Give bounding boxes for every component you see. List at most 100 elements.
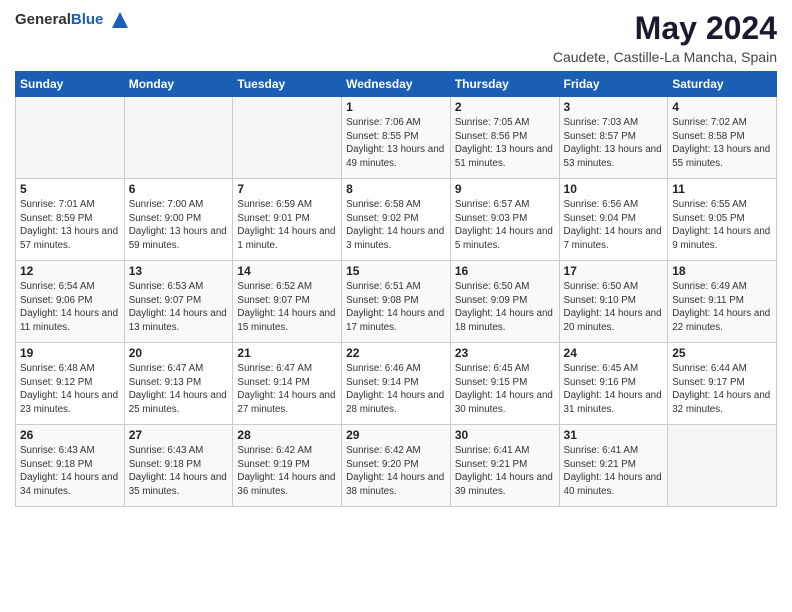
calendar-cell: 2 Sunrise: 7:05 AM Sunset: 8:56 PM Daylig… xyxy=(450,97,559,179)
calendar-week-1: 1Sunrise: 7:06 AM Sunset: 8:55 PM Daylig… xyxy=(16,97,777,179)
day-info: Sunrise: 6:56 AM Sunset: 9:04 PM Dayligh… xyxy=(564,198,664,253)
day-number: 4 xyxy=(672,100,772,114)
calendar-week-2: 5Sunrise: 7:01 AM Sunset: 8:59 PM Daylig… xyxy=(16,179,777,261)
day-info: Sunrise: 6:58 AM Sunset: 9:02 PM Dayligh… xyxy=(346,198,446,253)
header: GeneralBlue May 2024 Caudete, Castille-L… xyxy=(15,10,777,65)
calendar-cell: 7 Sunrise: 6:59 AM Sunset: 9:01 PM Daylig… xyxy=(233,179,342,261)
calendar-cell: 26Sunrise: 6:43 AM Sunset: 9:18 PM Dayli… xyxy=(16,425,125,507)
col-wednesday: Wednesday xyxy=(342,72,451,97)
page: GeneralBlue May 2024 Caudete, Castille-L… xyxy=(0,0,792,612)
day-info: Sunrise: 7:03 AM Sunset: 8:57 PM Dayligh… xyxy=(564,116,664,171)
logo-text: GeneralBlue xyxy=(15,10,130,30)
calendar-cell: 15 Sunrise: 6:51 AM Sunset: 9:08 PM Dayli… xyxy=(342,261,451,343)
calendar-cell: 21 Sunrise: 6:47 AM Sunset: 9:14 PM Dayli… xyxy=(233,343,342,425)
day-info: Sunrise: 6:59 AM Sunset: 9:01 PM Dayligh… xyxy=(237,198,337,253)
day-number: 2 xyxy=(455,100,555,114)
calendar-cell: 5Sunrise: 7:01 AM Sunset: 8:59 PM Daylig… xyxy=(16,179,125,261)
calendar-cell: 11Sunrise: 6:55 AM Sunset: 9:05 PM Dayli… xyxy=(668,179,777,261)
logo-blue: Blue xyxy=(71,11,104,28)
day-info: Sunrise: 6:43 AM Sunset: 9:18 PM Dayligh… xyxy=(129,444,229,499)
day-info: Sunrise: 6:50 AM Sunset: 9:09 PM Dayligh… xyxy=(455,280,555,335)
calendar-cell: 19Sunrise: 6:48 AM Sunset: 9:12 PM Dayli… xyxy=(16,343,125,425)
day-number: 23 xyxy=(455,346,555,360)
location: Caudete, Castille-La Mancha, Spain xyxy=(553,49,777,65)
day-info: Sunrise: 6:44 AM Sunset: 9:17 PM Dayligh… xyxy=(672,362,772,417)
day-number: 25 xyxy=(672,346,772,360)
calendar-cell: 6 Sunrise: 7:00 AM Sunset: 9:00 PM Daylig… xyxy=(124,179,233,261)
col-friday: Friday xyxy=(559,72,668,97)
day-number: 20 xyxy=(129,346,229,360)
calendar-cell: 28 Sunrise: 6:42 AM Sunset: 9:19 PM Dayli… xyxy=(233,425,342,507)
calendar-cell: 27 Sunrise: 6:43 AM Sunset: 9:18 PM Dayli… xyxy=(124,425,233,507)
day-info: Sunrise: 6:46 AM Sunset: 9:14 PM Dayligh… xyxy=(346,362,446,417)
day-info: Sunrise: 6:45 AM Sunset: 9:16 PM Dayligh… xyxy=(564,362,664,417)
calendar-week-5: 26Sunrise: 6:43 AM Sunset: 9:18 PM Dayli… xyxy=(16,425,777,507)
day-number: 18 xyxy=(672,264,772,278)
calendar-cell: 13Sunrise: 6:53 AM Sunset: 9:07 PM Dayli… xyxy=(124,261,233,343)
col-tuesday: Tuesday xyxy=(233,72,342,97)
day-info: Sunrise: 6:48 AM Sunset: 9:12 PM Dayligh… xyxy=(20,362,120,417)
calendar-cell: 25 Sunrise: 6:44 AM Sunset: 9:17 PM Dayli… xyxy=(668,343,777,425)
day-info: Sunrise: 7:05 AM Sunset: 8:56 PM Dayligh… xyxy=(455,116,555,171)
col-monday: Monday xyxy=(124,72,233,97)
calendar-cell: 16Sunrise: 6:50 AM Sunset: 9:09 PM Dayli… xyxy=(450,261,559,343)
day-info: Sunrise: 7:00 AM Sunset: 9:00 PM Dayligh… xyxy=(129,198,229,253)
day-number: 21 xyxy=(237,346,337,360)
day-info: Sunrise: 6:41 AM Sunset: 9:21 PM Dayligh… xyxy=(455,444,555,499)
day-info: Sunrise: 6:50 AM Sunset: 9:10 PM Dayligh… xyxy=(564,280,664,335)
day-info: Sunrise: 7:02 AM Sunset: 8:58 PM Dayligh… xyxy=(672,116,772,171)
calendar-cell xyxy=(233,97,342,179)
day-info: Sunrise: 6:41 AM Sunset: 9:21 PM Dayligh… xyxy=(564,444,664,499)
calendar-cell: 22 Sunrise: 6:46 AM Sunset: 9:14 PM Dayli… xyxy=(342,343,451,425)
day-number: 6 xyxy=(129,182,229,196)
calendar-cell: 3Sunrise: 7:03 AM Sunset: 8:57 PM Daylig… xyxy=(559,97,668,179)
logo-icon xyxy=(110,10,130,30)
day-info: Sunrise: 6:49 AM Sunset: 9:11 PM Dayligh… xyxy=(672,280,772,335)
day-number: 15 xyxy=(346,264,446,278)
day-info: Sunrise: 6:57 AM Sunset: 9:03 PM Dayligh… xyxy=(455,198,555,253)
day-info: Sunrise: 7:06 AM Sunset: 8:55 PM Dayligh… xyxy=(346,116,446,171)
day-number: 24 xyxy=(564,346,664,360)
day-info: Sunrise: 6:47 AM Sunset: 9:13 PM Dayligh… xyxy=(129,362,229,417)
calendar-cell: 24 Sunrise: 6:45 AM Sunset: 9:16 PM Dayli… xyxy=(559,343,668,425)
day-info: Sunrise: 6:51 AM Sunset: 9:08 PM Dayligh… xyxy=(346,280,446,335)
day-number: 17 xyxy=(564,264,664,278)
calendar-cell: 31 Sunrise: 6:41 AM Sunset: 9:21 PM Dayli… xyxy=(559,425,668,507)
day-number: 14 xyxy=(237,264,337,278)
col-saturday: Saturday xyxy=(668,72,777,97)
day-info: Sunrise: 6:53 AM Sunset: 9:07 PM Dayligh… xyxy=(129,280,229,335)
day-info: Sunrise: 6:45 AM Sunset: 9:15 PM Dayligh… xyxy=(455,362,555,417)
calendar-cell xyxy=(124,97,233,179)
calendar-cell xyxy=(16,97,125,179)
day-info: Sunrise: 7:01 AM Sunset: 8:59 PM Dayligh… xyxy=(20,198,120,253)
calendar-cell: 1Sunrise: 7:06 AM Sunset: 8:55 PM Daylig… xyxy=(342,97,451,179)
day-number: 29 xyxy=(346,428,446,442)
logo: GeneralBlue xyxy=(15,10,130,30)
day-number: 12 xyxy=(20,264,120,278)
calendar-cell: 23 Sunrise: 6:45 AM Sunset: 9:15 PM Dayli… xyxy=(450,343,559,425)
day-number: 30 xyxy=(455,428,555,442)
calendar-cell: 4 Sunrise: 7:02 AM Sunset: 8:58 PM Daylig… xyxy=(668,97,777,179)
day-info: Sunrise: 6:42 AM Sunset: 9:19 PM Dayligh… xyxy=(237,444,337,499)
day-number: 9 xyxy=(455,182,555,196)
day-number: 27 xyxy=(129,428,229,442)
calendar-week-3: 12Sunrise: 6:54 AM Sunset: 9:06 PM Dayli… xyxy=(16,261,777,343)
calendar-cell: 8Sunrise: 6:58 AM Sunset: 9:02 PM Daylig… xyxy=(342,179,451,261)
month-title: May 2024 xyxy=(553,10,777,47)
day-number: 28 xyxy=(237,428,337,442)
calendar-week-4: 19Sunrise: 6:48 AM Sunset: 9:12 PM Dayli… xyxy=(16,343,777,425)
calendar-cell: 30 Sunrise: 6:41 AM Sunset: 9:21 PM Dayli… xyxy=(450,425,559,507)
title-block: May 2024 Caudete, Castille-La Mancha, Sp… xyxy=(553,10,777,65)
calendar-header-row: Sunday Monday Tuesday Wednesday Thursday… xyxy=(16,72,777,97)
calendar-cell: 10Sunrise: 6:56 AM Sunset: 9:04 PM Dayli… xyxy=(559,179,668,261)
calendar-cell: 17 Sunrise: 6:50 AM Sunset: 9:10 PM Dayli… xyxy=(559,261,668,343)
calendar-cell xyxy=(668,425,777,507)
day-info: Sunrise: 6:52 AM Sunset: 9:07 PM Dayligh… xyxy=(237,280,337,335)
day-info: Sunrise: 6:47 AM Sunset: 9:14 PM Dayligh… xyxy=(237,362,337,417)
day-number: 22 xyxy=(346,346,446,360)
calendar-cell: 20 Sunrise: 6:47 AM Sunset: 9:13 PM Dayli… xyxy=(124,343,233,425)
calendar-cell: 9 Sunrise: 6:57 AM Sunset: 9:03 PM Daylig… xyxy=(450,179,559,261)
day-number: 31 xyxy=(564,428,664,442)
calendar: Sunday Monday Tuesday Wednesday Thursday… xyxy=(15,71,777,507)
day-number: 7 xyxy=(237,182,337,196)
